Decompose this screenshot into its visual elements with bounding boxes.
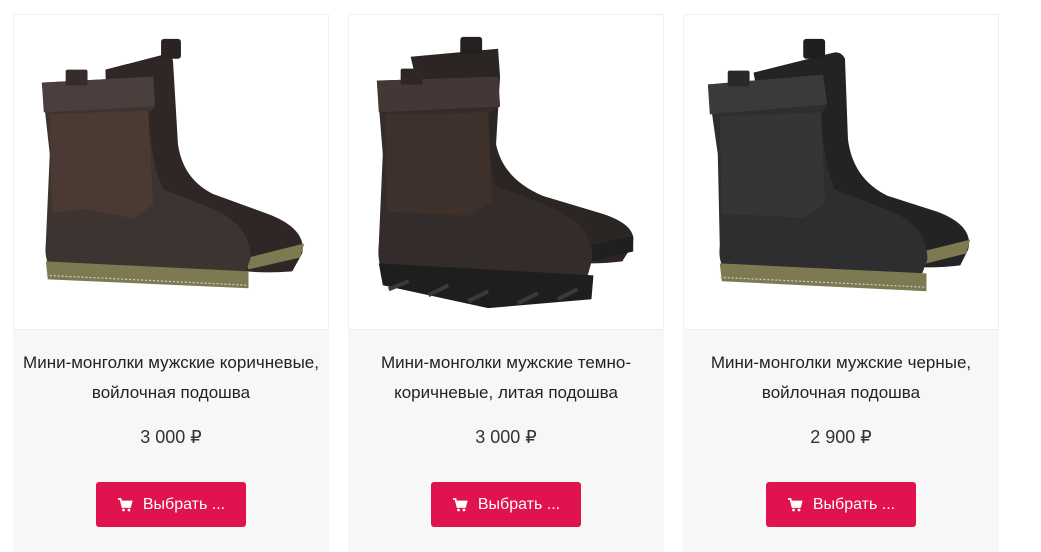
product-title-line: войлочная подошва: [91, 383, 251, 402]
cart-icon: [117, 497, 133, 511]
product-title[interactable]: Мини-монголки мужские черные, войлочная …: [683, 348, 999, 408]
select-button[interactable]: Выбрать ...: [766, 482, 916, 527]
page-edge: [1030, 0, 1041, 552]
product-title[interactable]: Мини-монголки мужские коричневые, войлоч…: [13, 348, 329, 408]
boots-image-dark-brown: [376, 36, 634, 309]
product-title-line: Мини-монголки мужские черные,: [710, 353, 972, 372]
product-grid: Мини-монголки мужские коричневые, войлоч…: [0, 0, 1041, 552]
product-title-line: Мини-монголки мужские темно-: [380, 353, 631, 372]
product-image[interactable]: [683, 14, 999, 330]
cart-icon: [787, 497, 803, 511]
product-price: 2 900 ₽: [810, 427, 872, 447]
boots-image-black: [707, 38, 971, 292]
select-button-label: Выбрать ...: [812, 495, 896, 513]
select-button[interactable]: Выбрать ...: [96, 482, 246, 527]
product-price: 3 000 ₽: [140, 427, 202, 447]
product-image[interactable]: [13, 14, 329, 330]
select-button[interactable]: Выбрать ...: [431, 482, 581, 527]
boots-image-brown: [41, 38, 305, 289]
product-title[interactable]: Мини-монголки мужские темно- коричневые,…: [348, 348, 664, 408]
product-card: Мини-монголки мужские темно- коричневые,…: [348, 14, 664, 552]
select-button-label: Выбрать ...: [477, 495, 561, 513]
cart-icon: [452, 497, 468, 511]
product-card: Мини-монголки мужские коричневые, войлоч…: [13, 14, 329, 552]
select-button-label: Выбрать ...: [142, 495, 226, 513]
product-price: 3 000 ₽: [475, 427, 537, 447]
product-title-line: коричневые, литая подошва: [394, 383, 618, 402]
product-card: Мини-монголки мужские черные, войлочная …: [683, 14, 999, 552]
product-image[interactable]: [348, 14, 664, 330]
product-title-line: Мини-монголки мужские коричневые,: [23, 353, 319, 372]
product-title-line: войлочная подошва: [761, 383, 921, 402]
